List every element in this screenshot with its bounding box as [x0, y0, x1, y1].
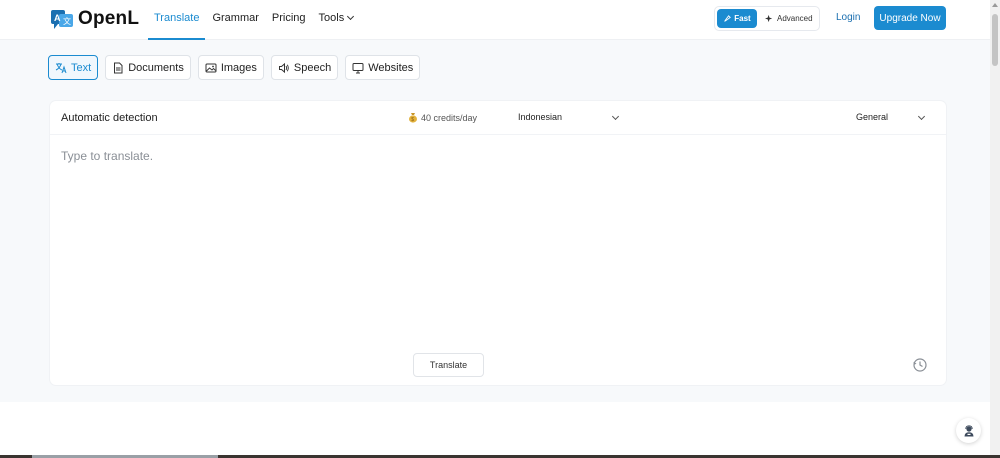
- source-language-select[interactable]: Automatic detection: [61, 112, 158, 124]
- tab-websites[interactable]: Websites: [345, 55, 421, 80]
- chevron-down-icon: [917, 112, 926, 121]
- nav-tools-label: Tools: [318, 12, 345, 24]
- fast-mode-label: Fast: [734, 14, 751, 23]
- source-text-input[interactable]: [61, 149, 481, 339]
- image-icon: [205, 63, 217, 72]
- history-icon[interactable]: [912, 357, 928, 373]
- logo-text: OpenL: [78, 8, 140, 29]
- speed-mode-toggle: Fast Advanced: [714, 6, 820, 31]
- nav-translate[interactable]: Translate: [148, 0, 206, 40]
- credits-badge: $ 40 credits/day: [408, 112, 477, 123]
- translation-mode-tabs: Text Documents Images Speech Websites: [48, 55, 421, 80]
- nav-pricing[interactable]: Pricing: [266, 0, 312, 40]
- document-icon: [114, 62, 123, 73]
- translator-panel: Automatic detection $ 40 credits/day Ind…: [50, 101, 946, 385]
- tab-websites-label: Websites: [368, 61, 414, 74]
- translator-toolbar: Automatic detection $ 40 credits/day Ind…: [50, 101, 946, 135]
- main-nav: Translate Grammar Pricing Tools: [148, 0, 359, 40]
- target-language-label: Indonesian: [518, 112, 563, 122]
- translate-button[interactable]: Translate: [413, 353, 484, 377]
- advanced-mode-button[interactable]: Advanced: [765, 14, 813, 23]
- tab-text-label: Text: [71, 61, 92, 74]
- tab-text[interactable]: Text: [48, 55, 99, 80]
- scroll-up-arrow-icon[interactable]: [992, 3, 998, 7]
- svg-text:文: 文: [63, 16, 71, 26]
- target-language-select[interactable]: Indonesian: [518, 112, 620, 122]
- monitor-icon: [352, 62, 364, 73]
- main-area: Text Documents Images Speech Websites Au…: [0, 40, 990, 402]
- fast-mode-button[interactable]: Fast: [717, 9, 757, 28]
- rocket-icon: [724, 14, 732, 22]
- login-link[interactable]: Login: [836, 12, 860, 23]
- tab-speech-label: Speech: [293, 61, 332, 74]
- coin-bag-icon: $: [409, 113, 417, 123]
- logo-icon: A 文: [51, 10, 73, 29]
- translation-style-label: General: [856, 112, 889, 122]
- advanced-mode-label: Advanced: [777, 14, 813, 23]
- tab-speech[interactable]: Speech: [270, 55, 339, 80]
- translate-icon: [55, 62, 67, 73]
- nav-grammar[interactable]: Grammar: [206, 0, 264, 40]
- tab-images[interactable]: Images: [197, 55, 264, 80]
- logo[interactable]: A 文 OpenL: [50, 7, 139, 31]
- svg-text:$: $: [411, 117, 414, 123]
- top-header: A 文 OpenL Translate Grammar Pricing Tool…: [0, 0, 990, 40]
- support-agent-icon: [964, 424, 973, 436]
- nav-tools[interactable]: Tools: [313, 0, 360, 40]
- tab-documents[interactable]: Documents: [105, 55, 191, 80]
- chevron-down-icon: [347, 12, 355, 21]
- support-chat-button[interactable]: [956, 418, 981, 443]
- svg-text:A: A: [54, 13, 61, 23]
- speaker-icon: [278, 62, 289, 73]
- upgrade-now-button[interactable]: Upgrade Now: [874, 6, 946, 30]
- scroll-thumb[interactable]: [992, 14, 998, 66]
- tab-images-label: Images: [220, 61, 257, 74]
- translation-style-select[interactable]: General: [856, 112, 926, 122]
- page-scrollbar[interactable]: [990, 0, 1000, 455]
- credits-text: 40 credits/day: [421, 112, 478, 123]
- chevron-down-icon: [611, 112, 620, 121]
- sparkle-icon: [765, 14, 773, 23]
- tab-documents-label: Documents: [128, 61, 184, 74]
